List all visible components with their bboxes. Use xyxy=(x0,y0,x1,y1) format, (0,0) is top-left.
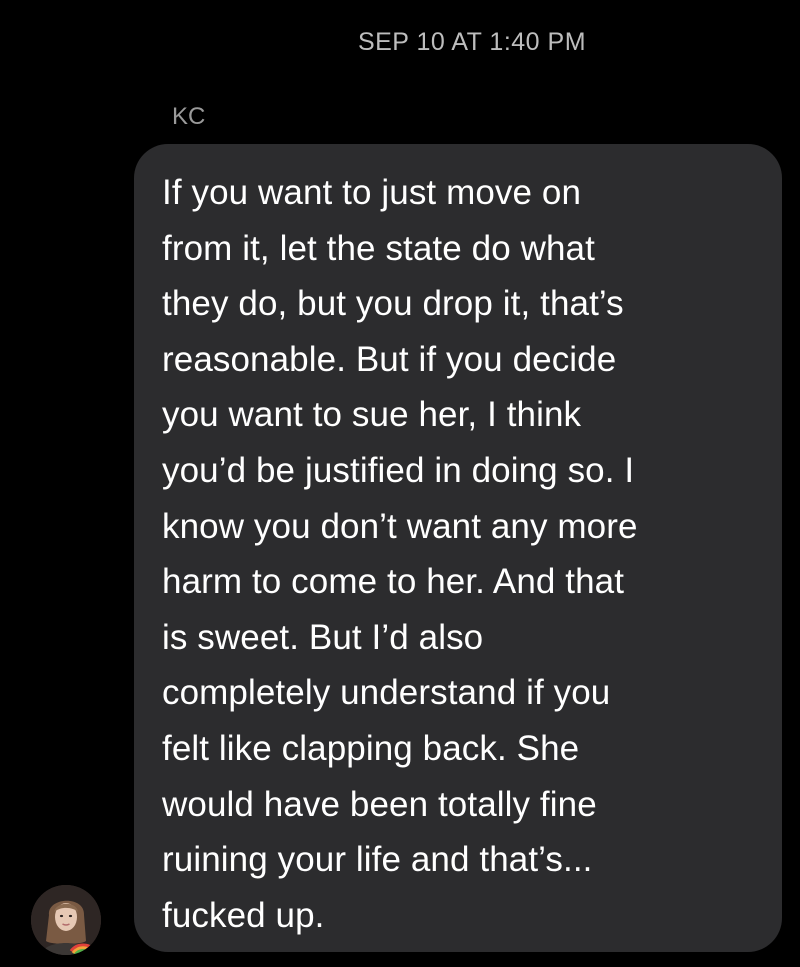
sender-name: KC xyxy=(172,103,206,130)
message-timestamp: SEP 10 AT 1:40 PM xyxy=(357,28,587,56)
message-bubble[interactable]: If you want to just move on from it, let… xyxy=(134,144,782,952)
chat-screen: SEP 10 AT 1:40 PM KC If you want to just… xyxy=(0,0,800,967)
avatar[interactable] xyxy=(31,885,101,955)
message-text: If you want to just move on from it, let… xyxy=(162,173,638,935)
avatar-photo-icon xyxy=(31,885,101,955)
